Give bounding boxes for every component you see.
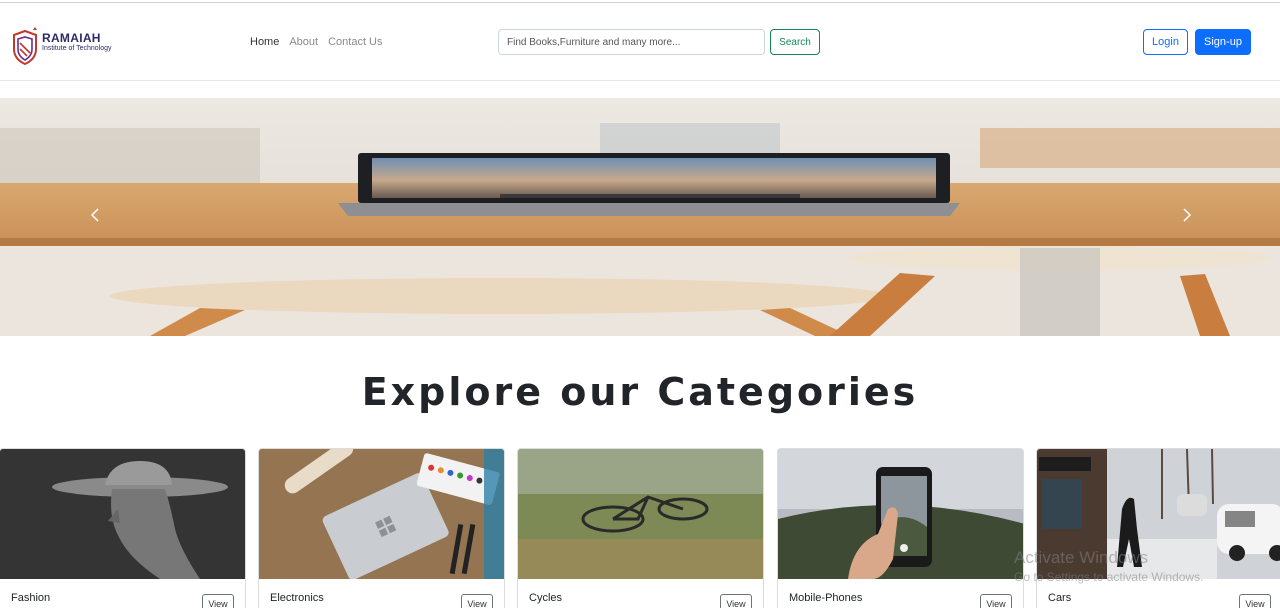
categories-heading: Explore our Categories: [361, 370, 919, 414]
category-cards: Fashion View Electronics View Cycles Vie…: [0, 448, 1280, 608]
view-electronics-button[interactable]: View: [461, 594, 493, 608]
brand-name: RAMAIAH: [42, 31, 101, 45]
category-label: Fashion: [11, 592, 51, 604]
brand-subtitle: Institute of Technology: [42, 45, 112, 52]
nav-link-home[interactable]: Home: [250, 36, 279, 48]
signup-button[interactable]: Sign-up: [1195, 29, 1251, 55]
category-label: Mobile-Phones: [789, 592, 863, 604]
category-label: Cycles: [529, 592, 563, 604]
carousel-next-button[interactable]: [1090, 98, 1280, 336]
chevron-left-icon: [90, 208, 99, 222]
category-card-cars: Cars View: [1036, 448, 1280, 608]
login-button[interactable]: Login: [1143, 29, 1188, 55]
search-input[interactable]: [498, 29, 765, 55]
search-button[interactable]: Search: [770, 29, 820, 55]
view-fashion-button[interactable]: View: [202, 594, 234, 608]
cycles-image: [518, 449, 763, 579]
cars-image: [1037, 449, 1280, 579]
electronics-image: [259, 449, 504, 579]
navbar: RAMAIAH Institute of Technology Home Abo…: [0, 3, 1280, 81]
brand-logo-link[interactable]: RAMAIAH Institute of Technology: [11, 27, 141, 65]
category-card-mobile-phones: Mobile-Phones View: [777, 448, 1024, 608]
nav-link-about[interactable]: About: [289, 36, 318, 48]
desk-laptop-image: [0, 98, 1280, 336]
chevron-right-icon: [1183, 208, 1192, 222]
nav-link-contact[interactable]: Contact Us: [328, 36, 382, 48]
category-card-cycles: Cycles View: [517, 448, 764, 608]
mobile-phones-image: [778, 449, 1023, 579]
fashion-image: [0, 449, 245, 579]
view-cycles-button[interactable]: View: [720, 594, 752, 608]
view-mobile-phones-button[interactable]: View: [980, 594, 1012, 608]
carousel-prev-button[interactable]: [0, 98, 190, 336]
category-label: Cars: [1048, 592, 1072, 604]
ramaiah-logo-icon: [13, 27, 37, 65]
category-label: Electronics: [270, 592, 324, 604]
hero-carousel-image: [0, 98, 1280, 336]
category-card-electronics: Electronics View: [258, 448, 505, 608]
category-card-fashion: Fashion View: [0, 448, 246, 608]
view-cars-button[interactable]: View: [1239, 594, 1271, 608]
nav-links: Home About Contact Us: [250, 36, 393, 48]
